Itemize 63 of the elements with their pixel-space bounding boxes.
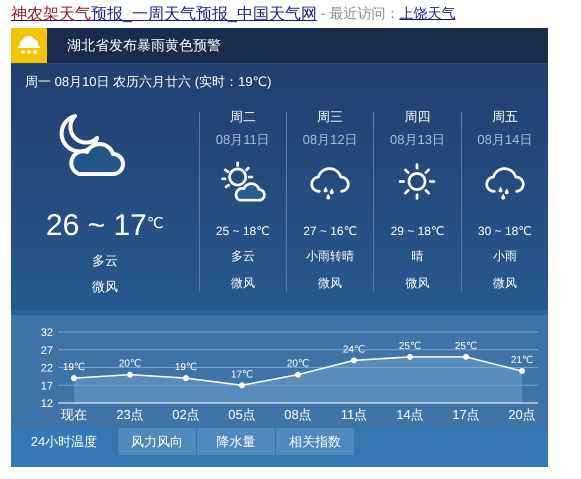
recent-label: - 最近访问： bbox=[320, 5, 400, 23]
data-point bbox=[183, 375, 189, 382]
x-tick-label: 17点 bbox=[452, 407, 480, 422]
x-tick-label: 08点 bbox=[284, 407, 312, 422]
chart-tab[interactable]: 风力风向 bbox=[117, 428, 196, 455]
day-date: 08月11日 bbox=[216, 131, 270, 149]
current-date-text: 周一 08月10日 农历六月廿六 (实时：19℃) bbox=[25, 73, 272, 91]
data-point bbox=[71, 375, 77, 382]
data-point bbox=[351, 357, 357, 364]
value-label: 19℃ bbox=[62, 362, 86, 374]
y-tick-label: 27 bbox=[40, 344, 53, 357]
value-label: 17℃ bbox=[230, 369, 254, 380]
value-label: 25℃ bbox=[454, 340, 478, 352]
day-wind: 微风 bbox=[492, 275, 517, 292]
day-temperature: 27 ~ 16℃ bbox=[303, 224, 358, 238]
day-weather: 多云 bbox=[230, 248, 255, 265]
y-tick-label: 17 bbox=[40, 380, 53, 392]
day-weather: 晴 bbox=[411, 248, 424, 265]
x-tick-label: 现在 bbox=[61, 407, 87, 422]
y-tick-label: 32 bbox=[40, 327, 53, 339]
y-tick-label: 22 bbox=[40, 362, 53, 374]
day-date: 08月14日 bbox=[477, 131, 532, 149]
data-point bbox=[407, 354, 413, 360]
value-label: 21℃ bbox=[510, 355, 534, 366]
value-label: 25℃ bbox=[398, 340, 422, 352]
data-point bbox=[519, 368, 525, 374]
day-weather: 小雨转晴 bbox=[306, 248, 354, 265]
day-temperature: 25 ~ 18℃ bbox=[216, 224, 270, 238]
day-temperature: 30 ~ 18℃ bbox=[478, 224, 532, 238]
day-date: 08月12日 bbox=[302, 131, 358, 149]
rain-alert-icon bbox=[11, 28, 47, 63]
day-name: 周五 bbox=[492, 108, 518, 126]
day-date: 08月13日 bbox=[390, 131, 445, 149]
data-point bbox=[127, 372, 133, 378]
day-temperature: 29 ~ 18℃ bbox=[390, 224, 444, 238]
day-weather: 小雨 bbox=[492, 248, 517, 265]
value-label: 20℃ bbox=[286, 358, 310, 370]
data-point bbox=[295, 372, 301, 378]
data-point bbox=[463, 354, 469, 360]
value-label: 20℃ bbox=[118, 358, 142, 370]
value-label: 24℃ bbox=[342, 344, 366, 356]
chart-tab[interactable]: 相关指数 bbox=[275, 428, 354, 455]
day-name: 周四 bbox=[404, 108, 430, 126]
day-name: 周三 bbox=[317, 108, 344, 126]
x-tick-label: 14点 bbox=[396, 407, 424, 422]
x-tick-label: 11点 bbox=[340, 407, 368, 422]
day-wind: 微风 bbox=[405, 275, 430, 292]
value-label: 19℃ bbox=[174, 362, 198, 374]
x-tick-label: 02点 bbox=[172, 407, 200, 422]
x-tick-label: 05点 bbox=[228, 407, 256, 422]
x-tick-label: 23点 bbox=[116, 407, 144, 422]
alert-text[interactable]: 湖北省发布暴雨黄色预警 bbox=[67, 36, 221, 54]
data-point bbox=[239, 382, 245, 388]
day-name: 周二 bbox=[230, 108, 256, 126]
y-tick-label: 12 bbox=[40, 398, 53, 410]
x-tick-label: 20点 bbox=[508, 407, 536, 422]
chart-tab[interactable]: 降水量 bbox=[196, 428, 275, 455]
recent-city-link[interactable]: 上饶天气 bbox=[399, 5, 456, 23]
today-weather: 多云 bbox=[92, 252, 118, 270]
day-wind: 微风 bbox=[230, 275, 255, 292]
day-wind: 微风 bbox=[318, 275, 342, 292]
today-temperature: 26 ~ 17$^{℃}$ bbox=[46, 208, 164, 244]
today-wind: 微风 bbox=[92, 278, 118, 296]
